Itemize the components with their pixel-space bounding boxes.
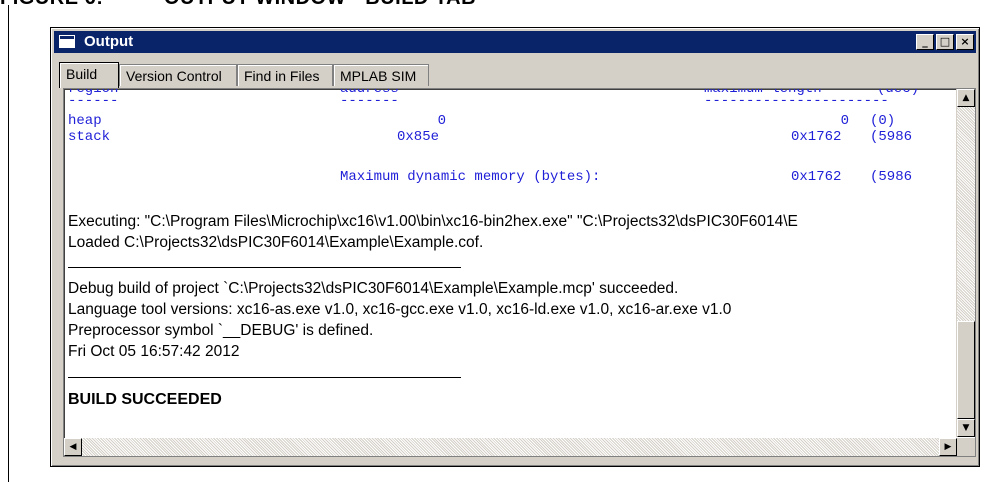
scroll-left-button[interactable]: ◀: [64, 438, 82, 456]
tab-find-in-files[interactable]: Find in Files: [237, 64, 333, 86]
tab-version-control[interactable]: Version Control: [119, 64, 237, 86]
scroll-right-button[interactable]: ▶: [939, 438, 957, 456]
memory-address: 0x85e: [397, 129, 440, 145]
output-window: Output _ □ × Build Version Control Find …: [50, 27, 980, 467]
vertical-scrollbar[interactable]: ▲ ▼: [956, 89, 975, 437]
output-pane[interactable]: region address maximum length (dec) ----…: [63, 88, 976, 457]
title-bar[interactable]: Output _ □ ×: [54, 31, 976, 53]
memory-region: heap: [68, 113, 102, 129]
memory-maxlen: 0: [840, 113, 849, 129]
separator-rule: [68, 267, 461, 268]
minimize-button[interactable]: _: [916, 34, 934, 50]
max-dynamic-label: Maximum dynamic memory (bytes):: [340, 169, 601, 185]
window-title: Output: [84, 33, 134, 50]
scroll-down-button[interactable]: ▼: [957, 419, 975, 437]
header-underline: ----------------------: [704, 93, 889, 109]
output-line: Debug build of project `C:\Projects32\ds…: [68, 280, 679, 297]
output-line: Executing: "C:\Program Files\Microchip\x…: [68, 213, 798, 230]
separator-rule: [68, 377, 461, 378]
output-line: Preprocessor symbol `__DEBUG' is defined…: [68, 322, 374, 339]
output-line: Fri Oct 05 16:57:42 2012: [68, 343, 240, 360]
memory-dec: (5986: [870, 129, 913, 145]
memory-maxlen: 0x1762: [791, 129, 842, 145]
scroll-corner: [957, 438, 975, 456]
maximize-button[interactable]: □: [936, 34, 954, 50]
header-underline: -------: [340, 93, 399, 109]
scroll-thumb[interactable]: [957, 321, 975, 419]
memory-region: stack: [68, 129, 111, 145]
tab-mplab-sim[interactable]: MPLAB SIM: [333, 64, 429, 86]
close-button[interactable]: ×: [956, 34, 974, 50]
window-icon: [59, 35, 75, 48]
output-line: Language tool versions: xc16-as.exe v1.0…: [68, 301, 732, 318]
header-underline: ------: [68, 93, 119, 109]
scroll-track[interactable]: [957, 107, 975, 321]
tab-build[interactable]: Build: [59, 62, 119, 88]
scroll-up-button[interactable]: ▲: [957, 89, 975, 107]
max-dynamic-dec: (5986: [870, 169, 913, 185]
horizontal-scrollbar[interactable]: ◀ ▶: [64, 438, 957, 456]
figure-caption: FIGURE 6: OUTPUT WINDOW - BUILD TAB: [0, 0, 476, 10]
figure-frame: [8, 5, 9, 482]
memory-dec: (0): [870, 113, 896, 129]
memory-address: 0: [437, 113, 446, 129]
max-dynamic-value: 0x1762: [791, 169, 842, 185]
output-line: Loaded C:\Projects32\dsPIC30F6014\Exampl…: [68, 234, 484, 251]
build-result: BUILD SUCCEEDED: [68, 391, 222, 408]
